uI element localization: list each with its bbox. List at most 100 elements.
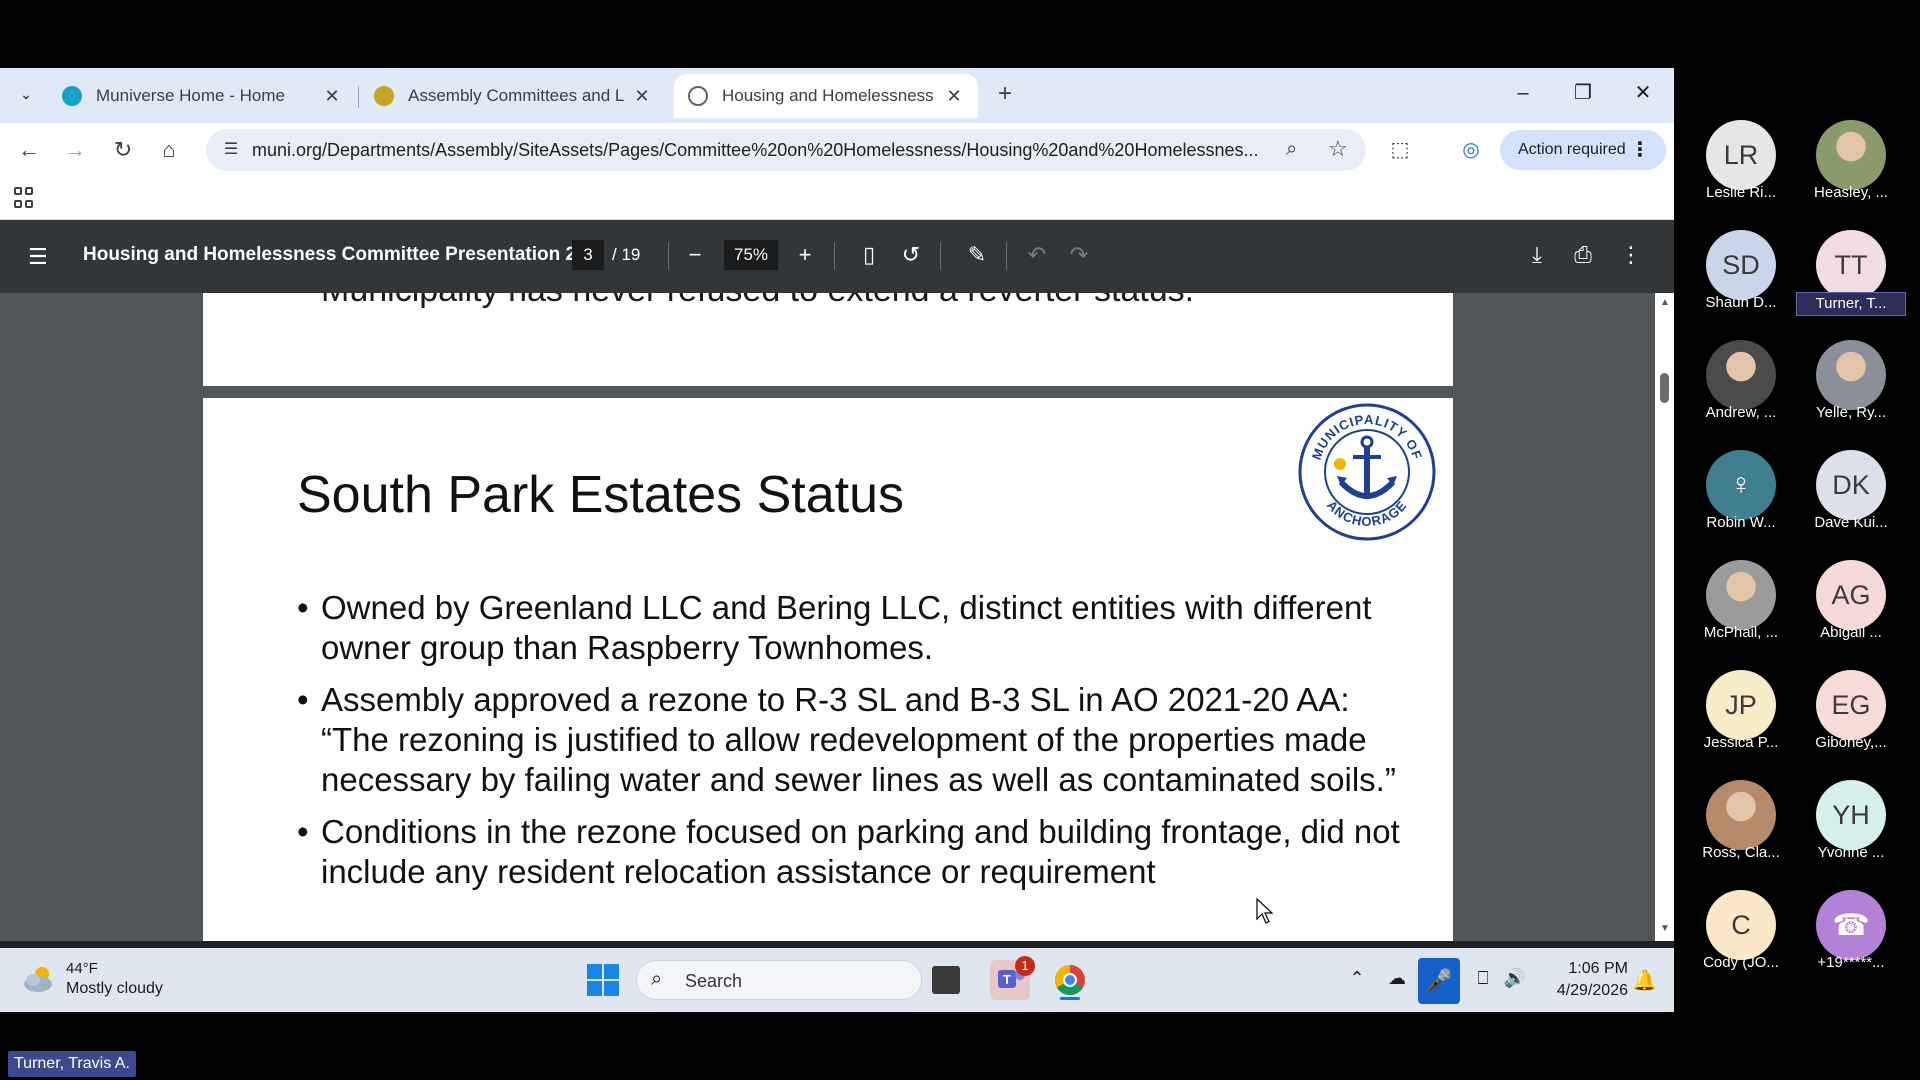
participant-tile[interactable]: AG Abigail ... xyxy=(1796,558,1906,648)
site-settings-icon[interactable]: ☰ xyxy=(220,139,242,161)
onedrive-offline-cloud-icon[interactable]: ☁ xyxy=(1384,968,1410,989)
participant-tile[interactable]: ♀ Robin W... xyxy=(1686,448,1796,538)
participant-tile[interactable]: YH Yvonne ... xyxy=(1796,778,1906,868)
annotate-pen-icon[interactable]: ✎ xyxy=(962,240,992,270)
avatar-initials: TT xyxy=(1834,249,1868,280)
rotate-icon[interactable]: ↺ xyxy=(896,240,926,270)
participant-tile[interactable]: ☎ +19*****... xyxy=(1796,888,1906,978)
restore-button[interactable]: ❐ xyxy=(1558,78,1608,110)
pdf-toolbar: ☰ Housing and Homelessness Committee Pre… xyxy=(0,220,1674,293)
notification-bell-icon[interactable]: 🔔 xyxy=(1632,968,1657,993)
participant-photo-avatar xyxy=(1706,780,1776,850)
scrollbar-thumb[interactable] xyxy=(1660,373,1669,403)
more-vertical-icon[interactable]: ⋮ xyxy=(1616,240,1646,270)
participant-tile[interactable]: DK Dave Kui... xyxy=(1796,448,1906,538)
file-explorer-icon[interactable] xyxy=(932,966,960,994)
close-icon[interactable]: ✕ xyxy=(322,86,342,107)
pdf-page-previous: Municipality has never refused to extend… xyxy=(203,293,1453,386)
close-icon[interactable]: ✕ xyxy=(632,86,652,107)
participant-initials-avatar: C xyxy=(1706,890,1776,960)
redo-icon[interactable]: ↷ xyxy=(1064,240,1094,270)
page-number-input[interactable]: 3 xyxy=(572,240,604,270)
extensions-puzzle-icon[interactable]: ⬚ xyxy=(1385,135,1415,165)
close-window-button[interactable]: ✕ xyxy=(1618,78,1668,110)
chrome-icon xyxy=(1054,965,1085,1000)
show-hidden-icons-chevron-up-icon[interactable]: ⌃ xyxy=(1344,968,1370,989)
pdf-document-title: Housing and Homelessness Committee Prese… xyxy=(83,244,592,265)
reload-button[interactable]: ↻ xyxy=(108,135,138,165)
participant-initials-avatar: JP xyxy=(1706,670,1776,740)
print-icon[interactable]: ⎙ xyxy=(1568,240,1598,270)
zoom-out-icon[interactable]: − xyxy=(680,240,710,270)
participant-tile[interactable]: SD Shaun D... xyxy=(1686,228,1796,318)
tab-search-button[interactable]: ⌄ xyxy=(10,78,42,110)
svg-text:T: T xyxy=(1003,972,1011,987)
action-required-button[interactable]: Action required ⋮ xyxy=(1500,130,1666,170)
zoom-in-icon[interactable]: + xyxy=(790,240,820,270)
tab-assembly-committees[interactable]: Assembly Committees and Liais ✕ xyxy=(360,74,666,118)
minimize-button[interactable]: – xyxy=(1498,78,1548,110)
apps-grid-icon[interactable] xyxy=(14,187,36,209)
avatar-initials: AG xyxy=(1831,579,1871,610)
participant-tile[interactable]: C Cody (JO... xyxy=(1686,888,1796,978)
scroll-down-arrow-icon[interactable]: ▼ xyxy=(1660,923,1670,934)
clock-date: 4/29/2026 xyxy=(1556,982,1628,999)
tab-housing-homelessness[interactable]: Housing and Homelessness Co ✕ xyxy=(674,74,978,118)
participant-tile[interactable]: McPhail, ... xyxy=(1686,558,1796,648)
bullet-item: Conditions in the rezone focused on park… xyxy=(297,812,1417,892)
browser-toolbar: ← → ↻ ⌂ ☰ muni.org/Departments/Assembly/… xyxy=(0,123,1674,177)
participant-gallery: LR Leslie Ri... Heasley, ... SD Shaun D... TT… xyxy=(1680,118,1920,978)
avatar-initials: SD xyxy=(1722,249,1760,280)
url-text[interactable]: muni.org/Departments/Assembly/SiteAssets… xyxy=(252,140,1272,161)
forward-button[interactable]: → xyxy=(60,135,90,165)
participant-tile[interactable]: Yelle, Ry... xyxy=(1796,338,1906,428)
participant-photo-avatar xyxy=(1816,120,1886,190)
participant-tile[interactable]: JP Jessica P... xyxy=(1686,668,1796,758)
fit-page-icon[interactable]: ▯ xyxy=(854,240,884,270)
pdf-page-3: South Park Estates Status MUNICIPALITY O… xyxy=(203,398,1453,941)
zoom-level-input[interactable]: 75% xyxy=(724,240,778,270)
avatar-initials: C xyxy=(1731,909,1751,940)
back-button[interactable]: ← xyxy=(14,135,44,165)
close-icon[interactable]: ✕ xyxy=(944,86,964,107)
menu-hamburger-icon[interactable]: ☰ xyxy=(28,244,48,270)
system-clock[interactable]: 1:06 PM 4/29/2026 xyxy=(1540,958,1628,1002)
mouse-pointer-icon xyxy=(1256,898,1274,924)
municipality-of-anchorage-seal-logo: MUNICIPALITY OF ANCHORAGE xyxy=(1298,403,1436,541)
participant-tile[interactable]: TT Turner, T... xyxy=(1796,228,1906,318)
chrome-app-icon[interactable] xyxy=(1050,960,1090,1000)
windows-start-icon[interactable] xyxy=(587,964,619,996)
weather-widget[interactable]: 44°F Mostly cloudy xyxy=(22,960,182,1000)
address-bar[interactable]: ☰ muni.org/Departments/Assembly/SiteAsse… xyxy=(206,129,1366,171)
participant-tile[interactable]: Heasley, ... xyxy=(1796,118,1906,208)
home-button[interactable]: ⌂ xyxy=(154,135,184,165)
avatar-initials: YH xyxy=(1832,799,1870,830)
pdf-content-area[interactable]: Municipality has never refused to extend… xyxy=(0,293,1674,941)
network-display-icon[interactable]: ⎕ xyxy=(1470,968,1496,989)
zoom-magnifier-icon[interactable]: ⌕ xyxy=(1286,138,1297,161)
windows-taskbar: 44°F Mostly cloudy ⌕ Search T 1 ⌃ ☁ 🎤 ⎕ … xyxy=(0,948,1674,1012)
participant-tile[interactable]: Ross, Cla... xyxy=(1686,778,1796,868)
participant-name: Robin W... xyxy=(1706,514,1776,531)
download-icon[interactable]: ⤓ xyxy=(1522,240,1552,270)
profile-icon[interactable]: ◎ xyxy=(1456,135,1486,165)
more-vertical-icon[interactable]: ⋮ xyxy=(1630,130,1650,170)
scroll-up-arrow-icon[interactable]: ▲ xyxy=(1660,297,1670,308)
toolbar-divider xyxy=(834,242,835,270)
participant-photo-avatar xyxy=(1706,560,1776,630)
participant-initials-avatar: SD xyxy=(1706,230,1776,300)
new-tab-button[interactable]: + xyxy=(990,80,1020,110)
weather-temperature: 44°F xyxy=(66,960,98,977)
tab-muniverse[interactable]: Muniverse Home - Home ✕ xyxy=(48,74,356,118)
volume-speaker-icon[interactable]: 🔊 xyxy=(1502,968,1528,989)
participant-tile[interactable]: LR Leslie Ri... xyxy=(1686,118,1796,208)
pdf-scrollbar[interactable]: ▲ ▼ xyxy=(1655,293,1674,941)
bookmark-star-icon[interactable]: ☆ xyxy=(1328,136,1348,162)
undo-icon[interactable]: ↶ xyxy=(1022,240,1052,270)
taskbar-search-box[interactable]: ⌕ Search xyxy=(636,960,922,1000)
participant-name: Andrew, ... xyxy=(1705,404,1777,421)
microphone-icon[interactable]: 🎤 xyxy=(1418,958,1460,1004)
participant-tile[interactable]: EG Giboney,... xyxy=(1796,668,1906,758)
participant-tile[interactable]: Andrew, ... xyxy=(1686,338,1796,428)
participant-initials-avatar: YH xyxy=(1816,780,1886,850)
